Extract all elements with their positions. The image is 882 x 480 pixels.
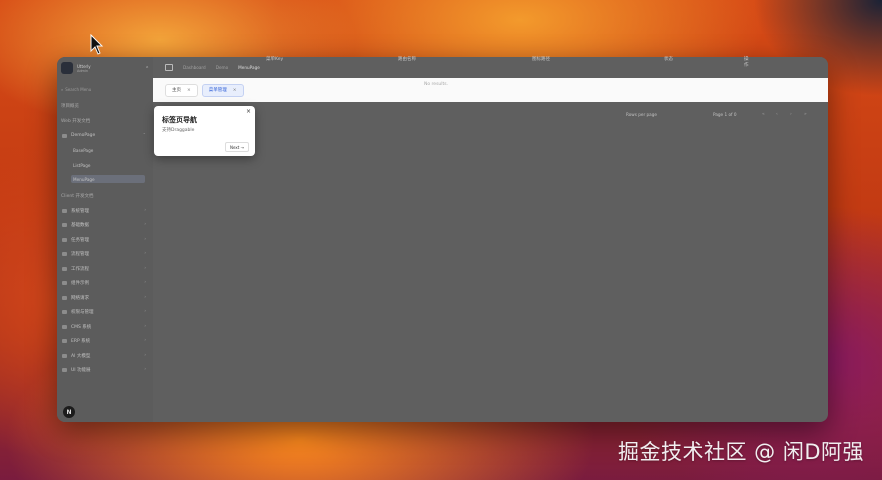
sidebar-item-label: 基础数据 xyxy=(71,222,89,228)
folder-icon xyxy=(62,133,67,138)
sidebar-item-label: DemoPage xyxy=(71,133,96,138)
tour-popover: × 标签页导航 支持Draggable Next → xyxy=(154,106,255,156)
chevron-right-icon: › xyxy=(144,221,146,226)
group-label-web-docs: Web 开发文档 xyxy=(61,119,91,124)
chevron-right-icon: › xyxy=(144,323,146,328)
sidebar-item[interactable]: ERP 系统 › xyxy=(60,336,150,345)
tab-menu-management[interactable]: 菜单管理 × xyxy=(201,83,244,97)
chevron-right-icon: › xyxy=(144,337,146,342)
column-header: 操作 xyxy=(744,57,749,68)
sidebar-item[interactable]: 工作流程 › xyxy=(60,264,150,273)
column-header[interactable]: 菜单Key xyxy=(266,56,283,62)
prev-page-button[interactable]: ‹ xyxy=(776,112,778,117)
group-label-overview: 项目概览 xyxy=(61,104,79,109)
menu-icon xyxy=(62,309,67,314)
sidebar-item[interactable]: 流程管理 › xyxy=(60,249,150,258)
sidebar-item-label: 网络请求 xyxy=(71,295,89,301)
close-icon[interactable]: × xyxy=(246,108,251,115)
group-label-client-docs: Client 开发文档 xyxy=(61,194,94,199)
popover-description: 支持Draggable xyxy=(162,128,195,133)
sidebar-item[interactable]: AI 大模型 › xyxy=(60,351,150,360)
menu-icon xyxy=(62,280,67,285)
sidebar: Utterly Admin ⌃ ⌕ Search Menu 项目概览 Web 开… xyxy=(57,57,153,422)
sidebar-subitem-basepage[interactable]: BasePage xyxy=(71,146,145,154)
search-placeholder: Search Menu xyxy=(65,86,92,92)
chevrons-icon[interactable]: ⌃ xyxy=(145,66,149,72)
popover-title: 标签页导航 xyxy=(162,116,197,124)
menu-icon xyxy=(62,324,67,329)
sidebar-item[interactable]: 任务管理 › xyxy=(60,235,150,244)
menu-icon xyxy=(62,251,67,256)
sidebar-subitem-listpage[interactable]: ListPage xyxy=(71,161,145,169)
chevron-right-icon: › xyxy=(144,265,146,270)
column-header[interactable]: 图标路径 xyxy=(532,56,550,62)
breadcrumb-item[interactable]: Demo xyxy=(216,65,228,70)
menu-icon xyxy=(62,237,67,242)
sidebar-item[interactable]: 系统管理 › xyxy=(60,206,150,215)
breadcrumb-item[interactable]: Dashboard xyxy=(183,65,206,70)
brand[interactable]: Utterly Admin xyxy=(61,62,91,74)
menu-icon xyxy=(62,266,67,271)
page-info: Page 1 of 0 xyxy=(713,112,737,117)
breadcrumb-current: MenuPage xyxy=(238,65,260,70)
sidebar-item-label: 流程管理 xyxy=(71,251,89,257)
chevron-right-icon: › xyxy=(144,236,146,241)
tab-label: 主页 xyxy=(172,88,181,93)
brand-title: Utterly xyxy=(77,63,91,69)
sidebar-item[interactable]: 组件示例 › xyxy=(60,278,150,287)
sidebar-item-label: 组件示例 xyxy=(71,280,89,286)
sidebar-item-label: AI 大模型 xyxy=(71,353,91,359)
sidebar-item-label: 系统管理 xyxy=(71,208,89,214)
tab-home[interactable]: 主页 × xyxy=(165,83,198,97)
mouse-cursor-icon xyxy=(90,34,104,55)
sidebar-toggle-icon[interactable] xyxy=(165,64,173,71)
sidebar-item-label: 工作流程 xyxy=(71,266,89,272)
sidebar-item-demopage[interactable]: DemoPage ⌃ xyxy=(60,131,150,140)
sidebar-subitem-menupage[interactable]: MenuPage xyxy=(71,175,145,183)
menu-icon xyxy=(62,353,67,358)
brand-subtitle: Admin xyxy=(77,68,89,73)
close-icon[interactable]: × xyxy=(187,88,191,93)
menu-icon xyxy=(62,208,67,213)
sidebar-item-label: UI 功能展 xyxy=(71,367,91,373)
last-page-button[interactable]: » xyxy=(804,112,807,117)
search-icon: ⌕ xyxy=(61,86,64,92)
sidebar-item-label: 任务管理 xyxy=(71,237,89,243)
sidebar-item-label: 权限与管理 xyxy=(71,309,94,315)
sidebar-search[interactable]: ⌕ Search Menu xyxy=(61,85,149,93)
chevron-right-icon: › xyxy=(144,308,146,313)
column-header[interactable]: 路由名称 xyxy=(398,56,416,62)
next-button[interactable]: Next → xyxy=(225,142,249,152)
menu-icon xyxy=(62,295,67,300)
sidebar-item[interactable]: 基础数据 › xyxy=(60,220,150,229)
sidebar-item-label: CMS 系统 xyxy=(71,324,92,330)
chevron-up-icon: ⌃ xyxy=(142,132,146,137)
empty-state-text: No results. xyxy=(424,82,449,87)
watermark-text: 掘金技术社区 @ 闲D阿强 xyxy=(617,440,864,464)
chevron-right-icon: › xyxy=(144,250,146,255)
close-icon[interactable]: × xyxy=(233,88,237,93)
menu-icon xyxy=(62,338,67,343)
rows-per-page-label: Rows per page xyxy=(626,112,657,117)
chevron-right-icon: › xyxy=(144,279,146,284)
chevron-right-icon: › xyxy=(144,207,146,212)
first-page-button[interactable]: « xyxy=(762,112,765,117)
sidebar-item-label: ERP 系统 xyxy=(71,338,91,344)
sidebar-item[interactable]: 权限与管理 › xyxy=(60,307,150,316)
menu-icon xyxy=(62,367,67,372)
next-page-button[interactable]: › xyxy=(790,112,792,117)
sidebar-item[interactable]: CMS 系统 › xyxy=(60,322,150,331)
column-header[interactable]: 状态 xyxy=(664,56,673,62)
avatar[interactable]: N xyxy=(63,406,75,418)
sidebar-item[interactable]: 网络请求 › xyxy=(60,293,150,302)
sidebar-item[interactable]: UI 功能展 › xyxy=(60,365,150,374)
table-header: 菜单Key 路由名称 图标路径 状态 操作 xyxy=(170,56,750,68)
brand-logo-icon xyxy=(61,62,73,74)
tab-bar: 主页 × 菜单管理 × xyxy=(153,78,828,102)
menu-icon xyxy=(62,222,67,227)
tab-label: 菜单管理 xyxy=(208,88,227,93)
chevron-right-icon: › xyxy=(144,352,146,357)
chevron-right-icon: › xyxy=(144,366,146,371)
chevron-right-icon: › xyxy=(144,294,146,299)
